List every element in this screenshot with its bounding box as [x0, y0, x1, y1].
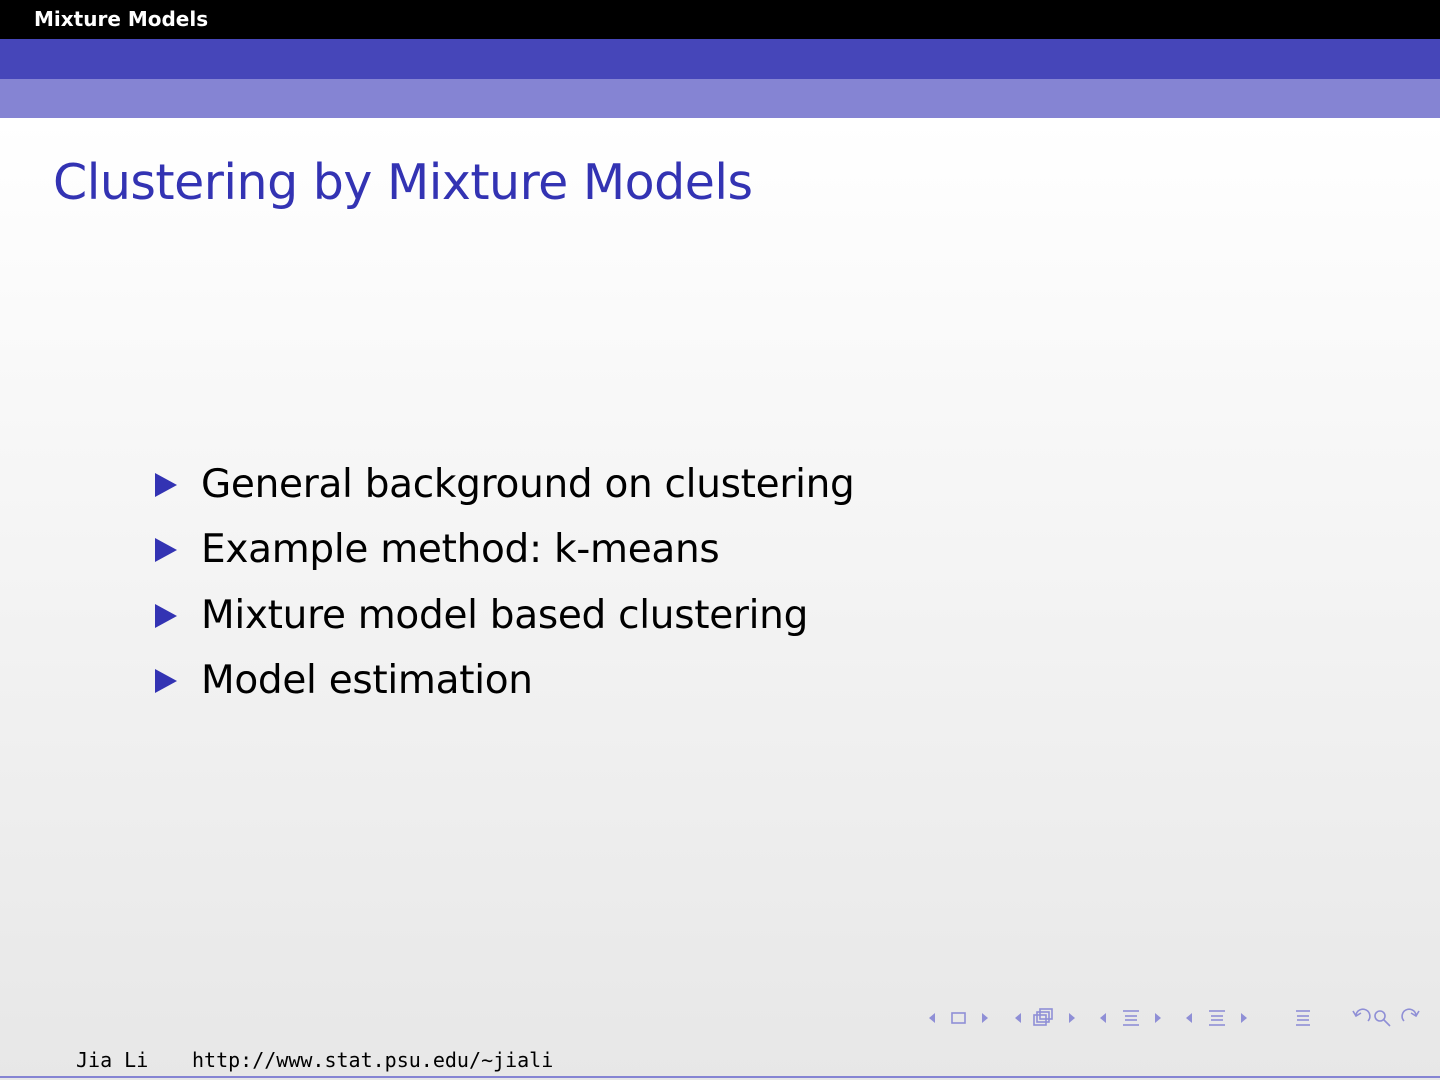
list-item-text: Model estimation — [201, 658, 533, 704]
section-back-icon[interactable] — [1100, 1013, 1106, 1023]
section-back-icon[interactable] — [1186, 1013, 1192, 1023]
back-icon[interactable] — [1352, 1008, 1371, 1022]
footer-divider — [0, 1076, 1440, 1078]
frame-title: Clustering by Mixture Models — [53, 154, 753, 211]
section-forward-icon[interactable] — [1155, 1013, 1161, 1023]
frame-icon[interactable] — [951, 1012, 966, 1024]
frame-back-icon[interactable] — [929, 1013, 935, 1023]
forward-icon[interactable] — [1401, 1008, 1420, 1022]
list-item: Example method: k-means — [155, 518, 854, 584]
header-bar: Mixture Models — [0, 0, 1440, 39]
footer-author: Jia Li — [76, 1048, 149, 1072]
section-icon[interactable] — [1209, 1010, 1225, 1026]
section-icon[interactable] — [1123, 1010, 1139, 1026]
list-item-text: Example method: k-means — [201, 527, 720, 573]
triangle-right-icon — [155, 472, 177, 497]
search-icon[interactable] — [1374, 1010, 1391, 1027]
list-item-text: General background on clustering — [201, 461, 855, 507]
frame-forward-icon[interactable] — [982, 1013, 988, 1023]
bullet-list: General background on clustering Example… — [155, 452, 855, 715]
header-band-dark — [0, 39, 1440, 79]
subsection-forward-icon[interactable] — [1069, 1013, 1075, 1023]
header-band-light — [0, 79, 1440, 118]
triangle-right-icon — [155, 603, 177, 628]
subsection-back-icon[interactable] — [1015, 1013, 1021, 1023]
section-title: Mixture Models — [34, 7, 209, 31]
document-icon[interactable] — [1296, 1010, 1310, 1026]
navigation-symbols — [929, 1008, 1420, 1027]
section-forward-icon[interactable] — [1241, 1013, 1247, 1023]
list-item: General background on clustering — [155, 452, 855, 518]
subsection-icon[interactable] — [1033, 1008, 1053, 1026]
footer-url: http://www.stat.psu.edu/∼jiali — [192, 1048, 554, 1072]
triangle-right-icon — [155, 669, 177, 694]
list-item-text: Mixture model based clustering — [201, 592, 809, 638]
triangle-right-icon — [155, 538, 177, 563]
list-item: Model estimation — [155, 649, 854, 715]
list-item: Mixture model based clustering — [155, 583, 854, 649]
